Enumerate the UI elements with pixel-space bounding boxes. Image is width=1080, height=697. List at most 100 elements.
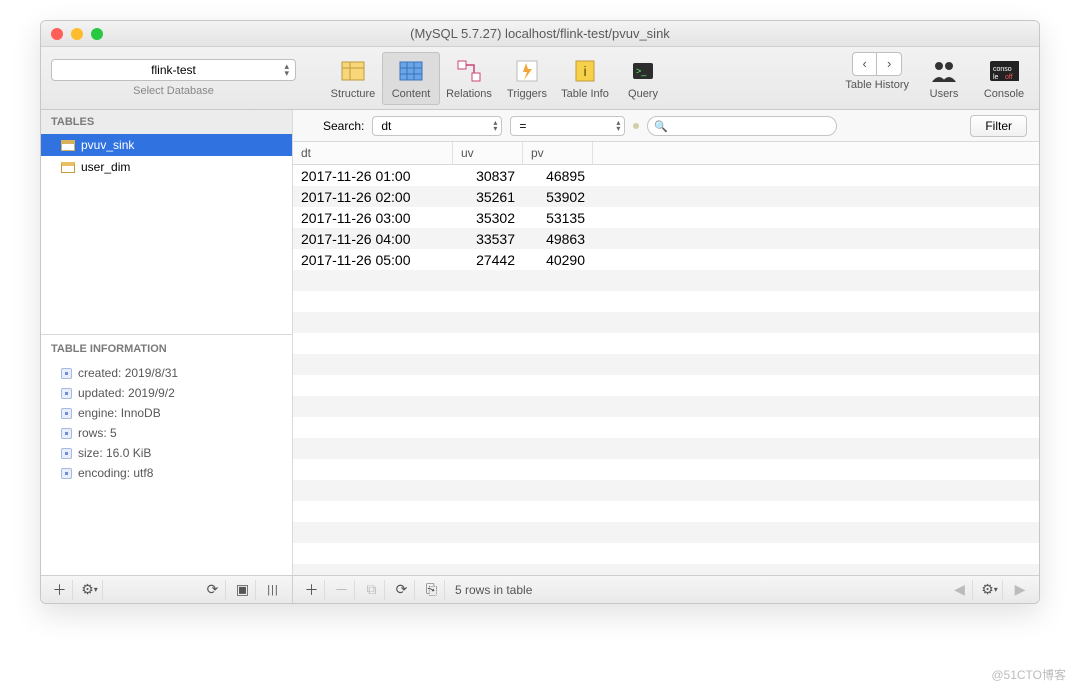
- table-item-label: user_dim: [81, 160, 130, 174]
- reload-button[interactable]: ⟳: [389, 580, 415, 600]
- table-row[interactable]: [293, 396, 1039, 417]
- table-row[interactable]: [293, 333, 1039, 354]
- database-selector[interactable]: flink-test ▴▾: [51, 59, 296, 81]
- console-button[interactable]: consoleoff Console: [979, 52, 1029, 105]
- toolbar: flink-test ▴▾ Select Database Structure …: [41, 47, 1039, 110]
- search-input[interactable]: 🔍: [647, 116, 837, 136]
- refresh-button[interactable]: ⟳: [200, 580, 226, 600]
- table-row[interactable]: 2017-11-26 03:003530253135: [293, 207, 1039, 228]
- table-row[interactable]: [293, 564, 1039, 575]
- table-info-icon: i: [570, 57, 600, 85]
- table-item-user-dim[interactable]: user_dim: [41, 156, 292, 178]
- search-label: Search:: [323, 119, 364, 133]
- gear-menu-button[interactable]: ⚙▾: [977, 580, 1003, 600]
- structure-icon: [338, 57, 368, 85]
- toggle-info-button[interactable]: ▣: [230, 580, 256, 600]
- status-text: 5 rows in table: [449, 583, 532, 597]
- table-row[interactable]: 2017-11-26 04:003353749863: [293, 228, 1039, 249]
- add-row-button[interactable]: ＋: [299, 580, 325, 600]
- table-row[interactable]: [293, 354, 1039, 375]
- users-button[interactable]: Users: [921, 52, 967, 105]
- chevron-updown-icon: ▴▾: [616, 120, 620, 132]
- chevron-updown-icon: ▴▾: [284, 63, 289, 77]
- titlebar: (MySQL 5.7.27) localhost/flink-test/pvuv…: [41, 21, 1039, 47]
- tab-triggers[interactable]: Triggers: [498, 52, 556, 105]
- table-item-pvuv-sink[interactable]: pvuv_sink: [41, 134, 292, 156]
- table-icon: [61, 162, 75, 173]
- table-row[interactable]: [293, 438, 1039, 459]
- bullet-icon: [61, 468, 72, 479]
- toolbar-tabs: Structure Content Relations Triggers: [324, 52, 672, 105]
- table-row[interactable]: [293, 480, 1039, 501]
- database-selector-caption: Select Database: [133, 85, 214, 97]
- table-row[interactable]: 2017-11-26 01:003083746895: [293, 165, 1039, 186]
- duplicate-row-button[interactable]: ⧉: [359, 580, 385, 600]
- bullet-icon: [61, 368, 72, 379]
- column-dt[interactable]: dt: [293, 142, 453, 164]
- tab-structure[interactable]: Structure: [324, 52, 382, 105]
- copy-button[interactable]: ⎘: [419, 580, 445, 600]
- next-page-button[interactable]: ▶: [1007, 580, 1033, 600]
- svg-text:le: le: [993, 74, 999, 81]
- column-pv[interactable]: pv: [523, 142, 593, 164]
- history-back-button[interactable]: ‹: [853, 53, 877, 75]
- bullet-icon: [61, 408, 72, 419]
- watermark: @51CTO博客: [991, 666, 1066, 683]
- query-icon: >_: [628, 57, 658, 85]
- users-icon: [929, 57, 959, 85]
- tab-table-info[interactable]: i Table Info: [556, 52, 614, 105]
- tables-list: pvuv_sink user_dim: [41, 134, 292, 334]
- search-icon: 🔍: [654, 120, 668, 133]
- remove-row-button[interactable]: －: [329, 580, 355, 600]
- table-row[interactable]: [293, 417, 1039, 438]
- table-history-nav: ‹ ›: [852, 52, 902, 76]
- svg-text:off: off: [1005, 74, 1013, 81]
- search-field-select[interactable]: dt ▴▾: [372, 116, 502, 136]
- database-selector-value: flink-test: [151, 63, 196, 77]
- tab-relations[interactable]: Relations: [440, 52, 498, 105]
- table-icon: [61, 140, 75, 151]
- search-bar: Search: dt ▴▾ = ▴▾ 🔍 Filter: [293, 110, 1039, 142]
- svg-text:conso: conso: [993, 66, 1012, 73]
- table-row[interactable]: 2017-11-26 05:002744240290: [293, 249, 1039, 270]
- tab-query[interactable]: >_ Query: [614, 52, 672, 105]
- sidebar: TABLES pvuv_sink user_dim TABLE INFORMAT…: [41, 110, 293, 575]
- svg-text:>_: >_: [636, 66, 647, 76]
- gear-button[interactable]: ⚙▾: [77, 580, 103, 600]
- collapse-sidebar-button[interactable]: |||: [260, 580, 286, 600]
- bullet-icon: [61, 428, 72, 439]
- bullet-icon: [61, 448, 72, 459]
- content-area: Search: dt ▴▾ = ▴▾ 🔍 Filter dt uv: [293, 110, 1039, 575]
- app-window: (MySQL 5.7.27) localhost/flink-test/pvuv…: [40, 20, 1040, 604]
- grid-body[interactable]: 2017-11-26 01:0030837468952017-11-26 02:…: [293, 165, 1039, 575]
- table-row[interactable]: [293, 312, 1039, 333]
- console-icon: consoleoff: [989, 57, 1019, 85]
- search-operator-select[interactable]: = ▴▾: [510, 116, 625, 136]
- grid-header: dt uv pv: [293, 142, 1039, 165]
- relations-icon: [454, 57, 484, 85]
- column-uv[interactable]: uv: [453, 142, 523, 164]
- content-icon: [396, 57, 426, 85]
- table-row[interactable]: [293, 543, 1039, 564]
- table-row[interactable]: [293, 291, 1039, 312]
- table-row[interactable]: [293, 501, 1039, 522]
- svg-text:i: i: [583, 63, 586, 79]
- sidebar-tables-header: TABLES: [41, 110, 292, 134]
- bottom-bar: ＋ ⚙▾ ⟳ ▣ ||| ＋ － ⧉ ⟳ ⎘ 5 rows in table ◀…: [41, 575, 1039, 603]
- table-information: TABLE INFORMATION created: 2019/8/31 upd…: [41, 334, 292, 575]
- separator-dot: [633, 123, 639, 129]
- table-row[interactable]: [293, 459, 1039, 480]
- table-item-label: pvuv_sink: [81, 138, 134, 152]
- add-button[interactable]: ＋: [47, 580, 73, 600]
- window-title: (MySQL 5.7.27) localhost/flink-test/pvuv…: [41, 26, 1039, 41]
- chevron-updown-icon: ▴▾: [493, 120, 497, 132]
- table-row[interactable]: [293, 522, 1039, 543]
- history-forward-button[interactable]: ›: [877, 53, 901, 75]
- tab-content[interactable]: Content: [382, 52, 440, 105]
- filter-button[interactable]: Filter: [970, 115, 1027, 137]
- table-row[interactable]: 2017-11-26 02:003526153902: [293, 186, 1039, 207]
- prev-page-button[interactable]: ◀: [947, 580, 973, 600]
- table-row[interactable]: [293, 270, 1039, 291]
- table-row[interactable]: [293, 375, 1039, 396]
- triggers-icon: [512, 57, 542, 85]
